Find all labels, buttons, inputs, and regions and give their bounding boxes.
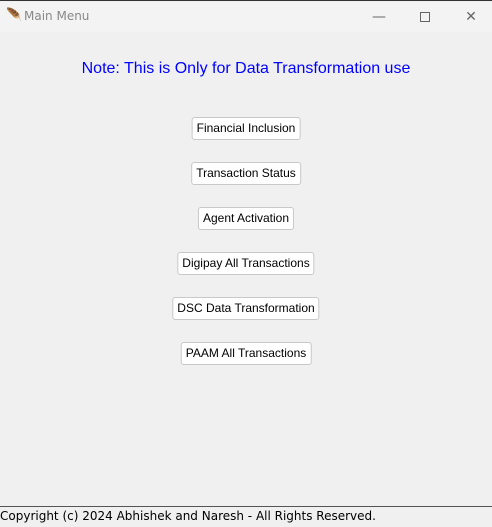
maximize-button[interactable] [402, 4, 448, 30]
window-title: Main Menu [24, 9, 90, 23]
close-button[interactable]: ✕ [448, 4, 492, 30]
feather-icon: 🪶 [6, 8, 23, 23]
financial-inclusion-button[interactable]: Financial Inclusion [191, 117, 301, 140]
minimize-icon: — [372, 9, 386, 25]
digipay-all-transactions-button[interactable]: Digipay All Transactions [177, 252, 315, 275]
title-bar: 🪶 Main Menu — ✕ [0, 2, 492, 32]
agent-activation-button[interactable]: Agent Activation [197, 207, 295, 230]
paam-all-transactions-button[interactable]: PAAM All Transactions [180, 342, 312, 365]
copyright-footer: Copyright (c) 2024 Abhishek and Naresh -… [0, 509, 376, 523]
maximize-icon [420, 12, 430, 22]
note-label: Note: This is Only for Data Transformati… [81, 60, 411, 77]
footer-divider [0, 506, 492, 507]
close-icon: ✕ [465, 9, 477, 25]
minimize-button[interactable]: — [356, 4, 402, 30]
transaction-status-button[interactable]: Transaction Status [191, 162, 301, 185]
dsc-data-transformation-button[interactable]: DSC Data Transformation [172, 297, 320, 320]
